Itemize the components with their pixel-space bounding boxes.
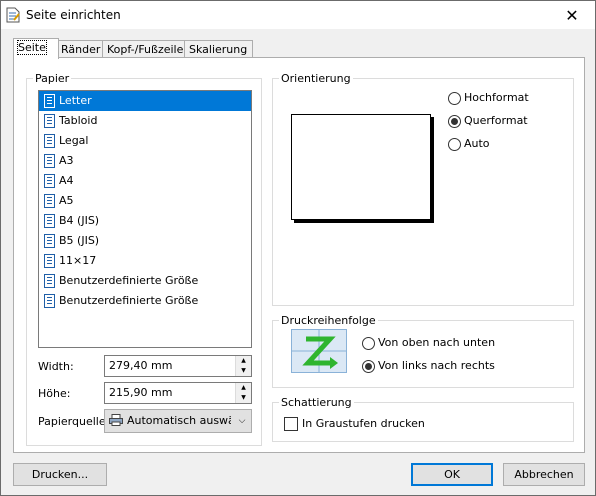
list-item-label: Legal [59, 134, 89, 147]
radio-von-links-label: Von links nach rechts [378, 359, 495, 372]
list-item[interactable]: A3 [39, 151, 251, 171]
list-item[interactable]: Letter [39, 91, 251, 111]
paper-source-select[interactable]: Automatisch auswählen ⌵ [104, 409, 252, 433]
paper-size-list[interactable]: Letter Tabloid Legal A3 A4 A5 B4 (JIS) B5 (JIS)… [38, 90, 252, 348]
radio-hochformat[interactable]: Hochformat [448, 90, 529, 106]
radio-von-links[interactable]: Von links nach rechts [362, 358, 495, 374]
print-order-group-label: Druckreihenfolge [279, 314, 378, 327]
list-item-label: A5 [59, 194, 74, 207]
tab-panel-seite: Papier Letter Tabloid Legal A3 A4 A5 B4 (JIS) B… [13, 57, 585, 453]
list-item[interactable]: Benutzerdefinierte Größe [39, 291, 251, 311]
close-button[interactable]: ✕ [549, 1, 595, 29]
list-item[interactable]: Tabloid [39, 111, 251, 131]
chevron-down-icon: ⌵ [238, 416, 246, 426]
list-item-label: B5 (JIS) [59, 234, 100, 247]
paper-source-label: Papierquelle: [38, 415, 110, 428]
print-order-icon [291, 329, 347, 373]
document-icon [44, 254, 55, 268]
z-arrow-icon [292, 330, 346, 372]
document-icon [44, 214, 55, 228]
radio-querformat[interactable]: Querformat [448, 113, 528, 129]
list-item-label: Letter [59, 94, 92, 107]
list-item-label: Benutzerdefinierte Größe [59, 294, 199, 307]
document-icon [44, 134, 55, 148]
radio-icon [448, 137, 461, 151]
ok-button[interactable]: OK [411, 463, 493, 486]
radio-hochformat-label: Hochformat [464, 91, 529, 104]
width-value: 279,40 mm [109, 359, 173, 372]
title-bar: Seite einrichten ✕ [1, 1, 595, 29]
tab-skalierung[interactable]: Skalierung [184, 40, 253, 58]
list-item-label: A4 [59, 174, 74, 187]
height-stepper-arrows: ▲ ▼ [235, 383, 251, 403]
height-down-icon[interactable]: ▼ [236, 393, 251, 403]
width-label: Width: [38, 360, 74, 373]
page-setup-icon [6, 7, 20, 23]
grayscale-checkbox[interactable]: In Graustufen drucken [284, 416, 425, 432]
radio-icon [448, 91, 461, 105]
document-icon [44, 94, 55, 108]
checkbox-icon [284, 417, 298, 431]
list-item-label: Benutzerdefinierte Größe [59, 274, 199, 287]
list-item[interactable]: B5 (JIS) [39, 231, 251, 251]
list-item[interactable]: Benutzerdefinierte Größe [39, 271, 251, 291]
list-item[interactable]: 11×17 [39, 251, 251, 271]
cancel-button[interactable]: Abbrechen [503, 463, 585, 486]
radio-von-oben-label: Von oben nach unten [378, 336, 496, 349]
width-down-icon[interactable]: ▼ [236, 366, 251, 376]
radio-querformat-label: Querformat [464, 114, 528, 127]
close-icon: ✕ [565, 5, 579, 25]
width-stepper-arrows: ▲ ▼ [235, 356, 251, 376]
list-item[interactable]: A5 [39, 191, 251, 211]
list-item[interactable]: A4 [39, 171, 251, 191]
window-title: Seite einrichten [26, 8, 121, 22]
orientation-preview [291, 114, 431, 220]
radio-auto[interactable]: Auto [448, 136, 490, 152]
paper-source-value: Automatisch auswählen [127, 414, 231, 427]
page-setup-dialog: Seite einrichten ✕ Seite Ränder Kopf-/Fu… [0, 0, 596, 496]
height-label: Höhe: [38, 387, 71, 400]
paper-group-label: Papier [33, 72, 72, 85]
tab-raender[interactable]: Ränder [56, 40, 107, 58]
list-item[interactable]: B4 (JIS) [39, 211, 251, 231]
radio-checked-icon [362, 359, 375, 373]
list-item-label: A3 [59, 154, 74, 167]
list-item-label: B4 (JIS) [59, 214, 100, 227]
shading-group-label: Schattierung [279, 396, 354, 409]
width-stepper[interactable]: 279,40 mm ▲ ▼ [104, 355, 252, 377]
tab-seite[interactable]: Seite [13, 38, 59, 59]
radio-checked-icon [448, 114, 461, 128]
document-icon [44, 154, 55, 168]
orientation-group-label: Orientierung [279, 72, 353, 85]
document-icon [44, 234, 55, 248]
document-icon [44, 274, 55, 288]
document-icon [44, 294, 55, 308]
document-icon [44, 114, 55, 128]
grayscale-checkbox-label: In Graustufen drucken [302, 417, 425, 430]
list-item[interactable]: Legal [39, 131, 251, 151]
radio-icon [362, 336, 375, 350]
document-icon [44, 194, 55, 208]
printer-icon [109, 414, 123, 426]
print-button[interactable]: Drucken... [13, 463, 107, 486]
document-icon [44, 174, 55, 188]
list-item-label: Tabloid [59, 114, 98, 127]
list-item-label: 11×17 [59, 254, 97, 267]
radio-auto-label: Auto [464, 137, 490, 150]
tab-kopf-fusszeile[interactable]: Kopf-/Fußzeile [102, 40, 192, 58]
height-stepper[interactable]: 215,90 mm ▲ ▼ [104, 382, 252, 404]
radio-von-oben[interactable]: Von oben nach unten [362, 335, 495, 351]
height-value: 215,90 mm [109, 386, 173, 399]
